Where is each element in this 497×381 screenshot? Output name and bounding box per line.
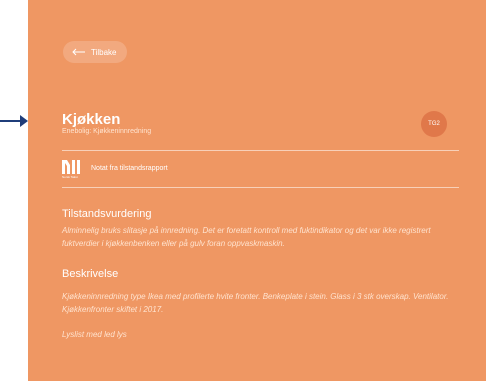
norsk-takst-logo: Norsk Takst	[62, 160, 84, 180]
screen: Tilbake Kjøkken Enebolig: Kjøkkeninnredn…	[0, 0, 497, 381]
section-heading-condition: Tilstandsvurdering	[62, 208, 152, 220]
logo-mark-icon	[62, 160, 80, 174]
back-button-label: Tilbake	[91, 47, 117, 57]
logo-text: Norsk Takst	[62, 175, 78, 179]
divider	[62, 187, 459, 188]
section-text-condition: Alminnelig bruks slitasje på innredning.…	[62, 226, 431, 248]
divider	[62, 150, 459, 151]
section-text-description: Kjøkkeninnredning type Ikea med profiler…	[62, 292, 449, 314]
arrow-right-icon	[0, 115, 28, 127]
section-text-lighting: Lyslist med led lys	[62, 330, 127, 339]
page-title: Kjøkken	[62, 111, 121, 128]
status-badge: TG2	[421, 111, 447, 137]
section-heading-description: Beskrivelse	[62, 268, 119, 280]
back-button[interactable]: Tilbake	[63, 41, 127, 63]
note-label: Notat fra tilstandsrapport	[91, 165, 168, 172]
arrow-left-icon	[72, 48, 85, 56]
page-subtitle: Enebolig: Kjøkkeninnredning	[62, 128, 152, 135]
